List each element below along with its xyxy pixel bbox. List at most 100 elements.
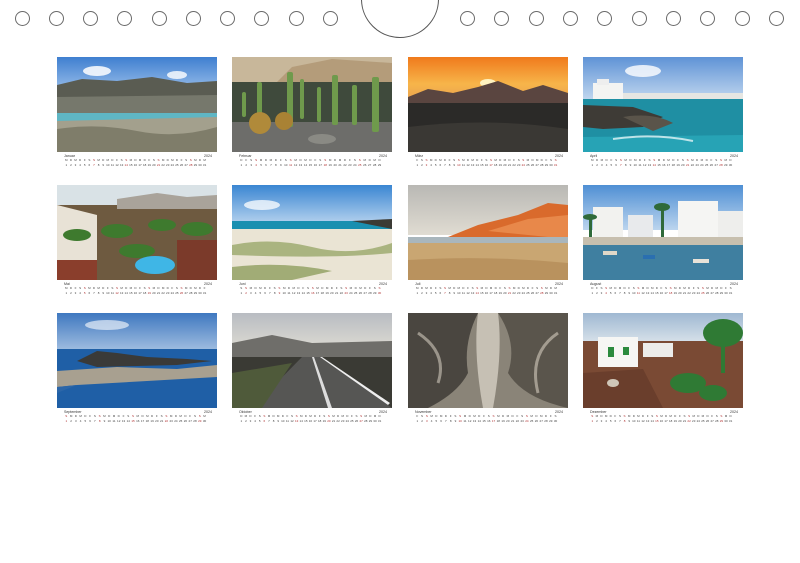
binding-hole [632,11,647,26]
photo-road [232,313,392,408]
binding-hole [666,11,681,26]
photo-village-coast [583,57,743,152]
binding-hole [289,11,304,26]
date-row: 1 2 3 4 5 6 7 8 9 10 11 12 13 14 15 16 17 18 19 20 21 22 23 24 2… [415,163,558,168]
day-number: 22 [343,162,347,167]
day-strip: FSSMDMDFSSMDMDFSSMDMDFSSMDMDFSS123456789… [415,158,565,167]
photo-canyon [408,313,568,408]
date-row: 1 2 3 4 5 6 7 8 9 10 11 12 13 14 15 16 17 18 19 20 21 22 23 24 2… [239,291,382,296]
month-calendar: September 2024 SMDMDFSSMDMDFSSMDMDFSSMDM… [57,410,217,424]
day-number: 1 [240,162,243,167]
date-row: 1 2 3 4 5 6 7 8 9 10 11 12 13 14 15 16 17 18 19 20 21 22 23 24 2… [590,163,733,168]
hanger-hole [361,0,439,38]
binding-hole [460,11,475,26]
photo-island [57,313,217,408]
day-number: 25 [358,162,362,167]
date-row: 1 2 3 4 5 6 7 8 9 10 11 12 13 14 15 16 17 18 19 20 21 22 23 24 2… [239,419,382,424]
day-number: 2 [245,162,248,167]
day-number: 31 [553,162,558,167]
day-number: 9 [279,162,282,167]
day-number: 27 [368,162,372,167]
binding-hole [254,11,269,26]
binding-hole [494,11,509,26]
day-number: 7 [270,162,272,167]
day-number: 4 [255,162,257,167]
binding-hole [769,11,784,26]
day-strip: DMDFSSMDMDFSSMDMDFSSMDMDFSSMDMD123456789… [239,414,389,423]
binding-hole [323,11,338,26]
photo-garden [57,185,217,280]
month-calendar: März 2024 FSSMDMDFSSMDMDFSSMDMDFSSMDMDFS… [408,154,568,168]
photo-coast [57,57,217,152]
day-number: 18 [323,162,327,167]
month-calendar: Oktober 2024 DMDFSSMDMDFSSMDMDFSSMDMDFSS… [232,410,392,424]
day-number: 31 [202,290,207,295]
date-row: 1 2 3 4 5 6 7 8 9 10 11 12 13 14 15 16 17 18 19 20 21 22 23 24 2… [415,291,558,296]
day-number: 23 [348,162,352,167]
month-calendar: Juni 2024 SSMDMDFSSMDMDFSSMDMDFSSMDMDFSS… [232,282,392,296]
date-row: 1 2 3 4 5 6 7 8 9 10 11 12 13 14 15 16 17 18 19 20 21 22 23 24 2… [64,419,207,424]
binding-hole [597,11,612,26]
day-number: 6 [265,162,267,167]
binding-hole [83,11,98,26]
day-number: 21 [338,162,342,167]
day-number: 10 [284,162,288,167]
binding-hole [15,11,30,26]
photo-white-house [583,313,743,408]
day-number: 31 [553,290,558,295]
binding-hole [529,11,544,26]
day-number: 31 [728,418,733,423]
binding-hole [563,11,578,26]
binding-hole [220,11,235,26]
spiral-binding [0,0,800,40]
day-number: 19 [328,162,332,167]
month-calendar: November 2024 FSSMDMDFSSMDMDFSSMDMDFSSMD… [408,410,568,424]
day-number: 11 [289,162,293,167]
day-strip: MDMDFSSMDMDFSSMDMDFSSMDMDFSSMDM123456789… [64,158,214,167]
day-number: 30 [553,418,558,423]
month-calendar: Februar 2024 DFSSMDMDFSSMDMDFSSMDMDFSSMD… [232,154,392,168]
day-number: 16 [313,162,318,167]
day-number: 29 [377,162,382,167]
day-number: 24 [353,162,357,167]
binding-hole [49,11,64,26]
day-number: 17 [318,162,322,167]
day-number: 26 [363,162,367,167]
day-number: 15 [308,162,313,167]
day-number: 12 [293,162,298,167]
day-number: 31 [377,418,382,423]
day-number: 30 [202,418,207,423]
day-strip: SMDMDFSSMDMDFSSMDMDFSSMDMDFSSMD123456789… [590,414,740,423]
day-number: 13 [298,162,303,167]
date-row: 1 2 3 4 5 6 7 8 9 10 11 12 13 14 15 16 17 18 19 20 21 22 23 24 2… [415,419,558,424]
day-strip: MDMDFSSMDMDFSSMDMDFSSMDMDFSSMD1234567891… [590,158,740,167]
day-strip: D F S S M D M D F S S M D M D F S S M D M D F S S M D M D 1 2 3 4 5 6 7 8 9 10… [239,158,389,167]
binding-hole [117,11,132,26]
month-calendar: Juli 2024 MDMDFSSMDMDFSSMDMDFSSMDMDFSSMD… [408,282,568,296]
day-strip: MDMDFSSMDMDFSSMDMDFSSMDMDFSSMDM123456789… [415,286,565,295]
month-calendar: August 2024 DFSSMDMDFSSMDMDFSSMDMDFSSMDM… [583,282,743,296]
day-number: 20 [333,162,337,167]
day-number: 31 [728,290,733,295]
month-calendar: April 2024 MDMDFSSMDMDFSSMDMDFSSMDMDFSSM… [583,154,743,168]
photo-sunset [408,57,568,152]
photo-beach [232,185,392,280]
date-row: 1 2 3 4 5 6 7 8 9 10 11 12 13 14 15 16 17 18 19 20 21 22 23 24 2… [64,163,207,168]
date-row: 1 2 3 4 5 6 7 8 9 10 11 12 13 14 15 16 17 18 19 20 21 22 23 24 2… [239,163,382,168]
month-calendar: Januar 2024 MDMDFSSMDMDFSSMDMDFSSMDMDFSS… [57,154,217,168]
month-calendar: Mai 2024 MDFSSMDMDFSSMDMDFSSMDMDFSSMDMDF… [57,282,217,296]
day-strip: SMDMDFSSMDMDFSSMDMDFSSMDMDFSSM1234567891… [64,414,214,423]
day-strip: FSSMDMDFSSMDMDFSSMDMDFSSMDMDFS1234567891… [415,414,565,423]
binding-hole [735,11,750,26]
binding-hole [152,11,167,26]
month-grid: Januar 2024 MDMDFSSMDMDFSSMDMDFSSMDMDFSS… [57,57,743,427]
date-row: 1 2 3 4 5 6 7 8 9 10 11 12 13 14 15 16 17 18 19 20 21 22 23 24 2… [590,291,733,296]
date-row: 1 2 3 4 5 6 7 8 9 10 11 12 13 14 15 16 17 18 19 20 21 22 23 24 2… [590,419,733,424]
day-number: 5 [260,162,262,167]
month-calendar: Dezember 2024 SMDMDFSSMDMDFSSMDMDFSSMDMD… [583,410,743,424]
day-number: 30 [377,290,382,295]
day-number: 30 [728,162,733,167]
day-strip: SSMDMDFSSMDMDFSSMDMDFSSMDMDFSS1234567891… [239,286,389,295]
photo-harbour [583,185,743,280]
photo-cliff-beach [408,185,568,280]
